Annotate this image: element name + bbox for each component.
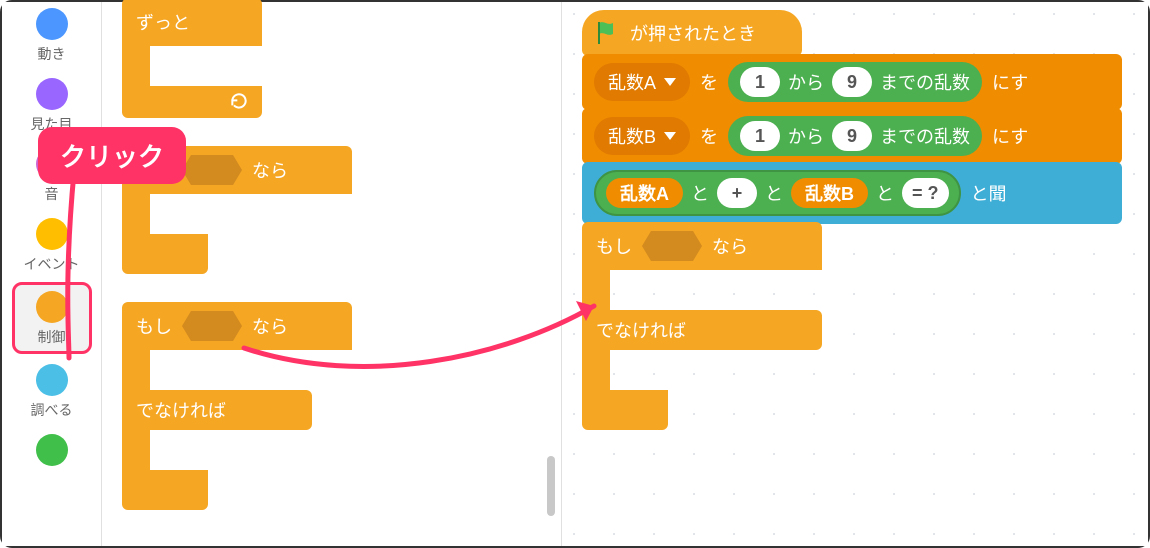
if-label: もし — [596, 233, 632, 259]
forever-label: ずっと — [136, 9, 190, 35]
script-stack[interactable]: が押されたとき 乱数A を 1 から 9 までの乱数 にす — [582, 10, 1148, 430]
block-if-else[interactable]: もし なら でなければ — [122, 302, 553, 510]
palette-scrollbar[interactable] — [547, 456, 555, 516]
condition-slot[interactable] — [182, 155, 242, 185]
category-label: 制御 — [15, 327, 89, 347]
then-label: なら — [252, 157, 288, 183]
variable-dropdown-b[interactable]: 乱数B — [594, 117, 690, 155]
category-label: イベント — [12, 254, 92, 274]
hat-label: が押されたとき — [630, 20, 756, 46]
condition-slot[interactable] — [182, 311, 242, 341]
category-operators[interactable] — [12, 428, 92, 474]
then-label: なら — [712, 233, 748, 259]
if-label: もし — [136, 313, 172, 339]
loop-arrow-icon — [228, 92, 250, 112]
operator-join[interactable]: 乱数A と + と 乱数B と = ? — [594, 170, 961, 216]
chevron-down-icon — [664, 78, 676, 86]
category-sidebar: 動き 見た目 音 イベント 制御 調べる — [2, 2, 102, 546]
block-set-variable-a[interactable]: 乱数A を 1 から 9 までの乱数 にす — [582, 54, 1122, 110]
variable-reporter-a[interactable]: 乱数A — [606, 178, 683, 208]
category-events[interactable]: イベント — [12, 212, 92, 278]
motion-icon — [36, 8, 68, 40]
join-text-input[interactable]: + — [717, 178, 757, 208]
script-workspace[interactable]: が押されたとき 乱数A を 1 から 9 までの乱数 にす — [562, 2, 1148, 546]
category-motion[interactable]: 動き — [12, 2, 92, 68]
operators-icon — [36, 434, 68, 466]
chevron-down-icon — [664, 132, 676, 140]
annotation-click-pill: クリック — [38, 127, 186, 184]
else-label: でなければ — [136, 397, 226, 423]
random-to-input[interactable]: 9 — [832, 121, 872, 151]
block-when-flag-clicked[interactable]: が押されたとき — [582, 10, 802, 56]
block-if[interactable]: もし なら — [122, 146, 553, 274]
else-label: でなければ — [596, 317, 686, 343]
condition-slot[interactable] — [642, 231, 702, 261]
operator-pick-random[interactable]: 1 から 9 までの乱数 — [728, 62, 982, 102]
category-control[interactable]: 制御 — [12, 282, 92, 354]
looks-icon — [36, 78, 68, 110]
category-label: 音 — [12, 184, 92, 204]
random-from-input[interactable]: 1 — [740, 121, 780, 151]
category-label: 調べる — [12, 400, 92, 420]
block-if-else-instance[interactable]: もし なら でなければ — [582, 222, 1148, 430]
operator-pick-random[interactable]: 1 から 9 までの乱数 — [728, 116, 982, 156]
then-label: なら — [252, 313, 288, 339]
random-to-input[interactable]: 9 — [832, 67, 872, 97]
sensing-icon — [36, 364, 68, 396]
variable-reporter-b[interactable]: 乱数B — [791, 178, 868, 208]
join-text-input[interactable]: = ? — [902, 178, 949, 208]
events-icon — [36, 218, 68, 250]
block-palette: ずっと もし なら もし なら で — [102, 2, 562, 546]
control-icon — [36, 291, 68, 323]
block-forever[interactable]: ずっと — [122, 0, 553, 118]
green-flag-icon — [596, 20, 620, 46]
category-label: 動き — [12, 44, 92, 64]
variable-dropdown-a[interactable]: 乱数A — [594, 63, 690, 101]
block-set-variable-b[interactable]: 乱数B を 1 から 9 までの乱数 にす — [582, 108, 1122, 164]
block-ask[interactable]: 乱数A と + と 乱数B と = ? と聞 — [582, 162, 1122, 224]
category-sensing[interactable]: 調べる — [12, 358, 92, 424]
random-from-input[interactable]: 1 — [740, 67, 780, 97]
